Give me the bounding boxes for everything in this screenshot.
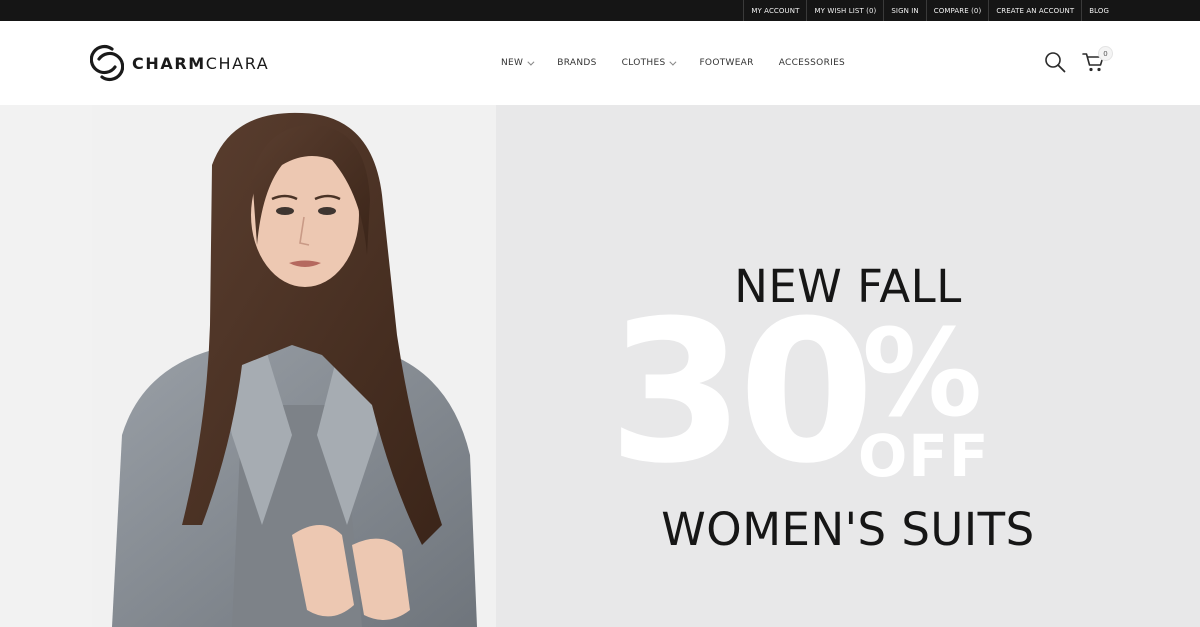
account-links: MY ACCOUNT MY WISH LIST (0) SIGN IN COMP…: [743, 0, 1116, 21]
top-link-create-account[interactable]: CREATE AN ACCOUNT: [988, 0, 1081, 21]
site-header: CHARMCHARA NEW BRANDS CLOTHES FOOTWEAR A…: [0, 21, 1200, 105]
cart-count-badge: 0: [1098, 46, 1113, 61]
hero-banner[interactable]: NEW FALL 30 % OFF WOMEN'S SUITS: [0, 105, 1200, 627]
my-account-link[interactable]: MY ACCOUNT: [751, 7, 799, 15]
chevron-down-icon: [669, 58, 677, 66]
search-button[interactable]: [1044, 51, 1066, 73]
model-photo: [92, 105, 496, 627]
top-utility-bar: MY ACCOUNT MY WISH LIST (0) SIGN IN COMP…: [0, 0, 1200, 21]
create-account-link[interactable]: CREATE AN ACCOUNT: [996, 7, 1074, 15]
search-icon: [1045, 52, 1066, 73]
main-nav: NEW BRANDS CLOTHES FOOTWEAR ACCESSORIES: [501, 21, 870, 105]
promo-percent-sign: %: [862, 305, 983, 444]
top-link-wish-list[interactable]: MY WISH LIST (0): [806, 0, 883, 21]
logo-wordmark-light: CHARA: [205, 53, 270, 73]
top-link-blog[interactable]: BLOG: [1081, 0, 1116, 21]
logo-mark-icon: [90, 44, 124, 82]
sign-in-link[interactable]: SIGN IN: [891, 7, 918, 15]
top-link-sign-in[interactable]: SIGN IN: [883, 0, 925, 21]
compare-link[interactable]: COMPARE (0): [934, 7, 982, 15]
chevron-down-icon: [527, 58, 535, 66]
promo-subline: WOMEN'S SUITS: [661, 503, 1035, 556]
nav-item-label: ACCESSORIES: [778, 58, 846, 68]
nav-item-new[interactable]: NEW: [501, 58, 535, 68]
logo-wordmark-bold: CHARM: [132, 53, 206, 73]
site-logo[interactable]: CHARMCHARA: [90, 43, 269, 83]
blog-link[interactable]: BLOG: [1089, 7, 1109, 15]
top-link-compare[interactable]: COMPARE (0): [925, 0, 989, 21]
wish-list-link[interactable]: MY WISH LIST (0): [814, 7, 876, 15]
nav-item-label: FOOTWEAR: [699, 58, 754, 68]
nav-item-footwear[interactable]: FOOTWEAR: [699, 58, 753, 68]
nav-item-label: CLOTHES: [621, 58, 666, 68]
nav-item-brands[interactable]: BRANDS: [557, 58, 596, 68]
nav-item-clothes[interactable]: CLOTHES: [621, 58, 677, 68]
top-link-my-account[interactable]: MY ACCOUNT: [743, 0, 806, 21]
promo-off-label: OFF: [858, 422, 990, 490]
nav-item-label: BRANDS: [557, 58, 597, 68]
logo-wordmark: CHARMCHARA: [132, 54, 269, 73]
nav-item-accessories[interactable]: ACCESSORIES: [779, 58, 845, 68]
nav-item-label: NEW: [501, 58, 524, 68]
promo-discount-number: 30: [608, 279, 875, 507]
